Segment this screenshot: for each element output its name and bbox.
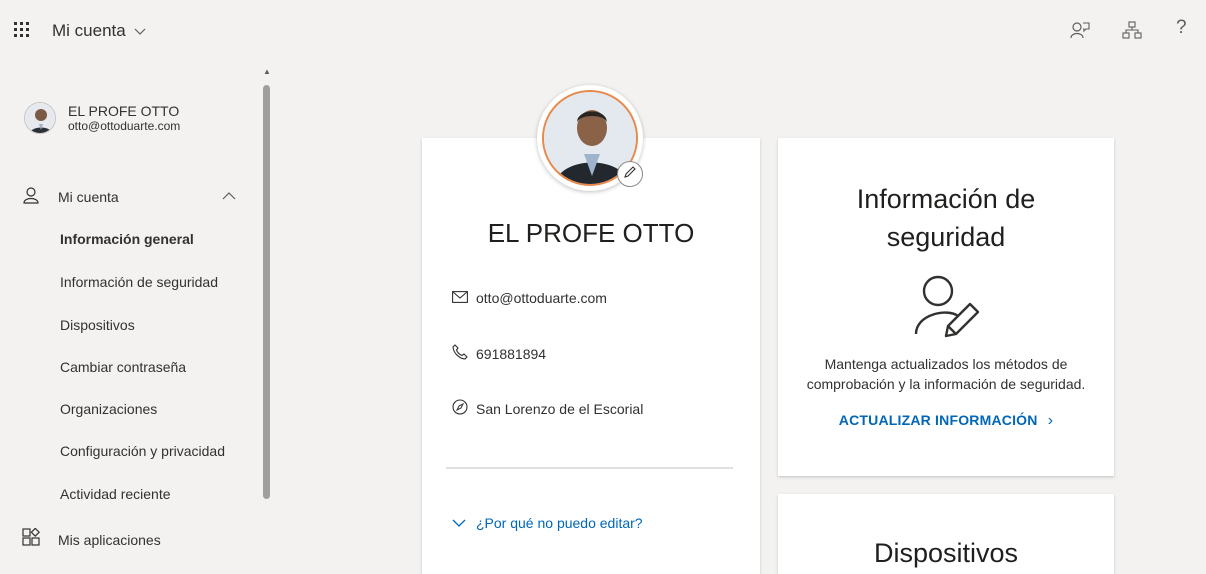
phone-icon (452, 344, 468, 363)
profile-location-row: San Lorenzo de el Escorial (452, 399, 643, 418)
security-info-card: Información de seguridad Mantenga actual… (778, 138, 1114, 476)
security-card-description: Mantenga actualizados los métodos de com… (778, 354, 1114, 394)
profile-phone-row: 691881894 (452, 344, 546, 363)
nav-section-label: Mi cuenta (58, 189, 119, 205)
waffle-icon[interactable] (14, 22, 30, 38)
chevron-up-icon[interactable] (222, 188, 236, 206)
edit-photo-button[interactable] (617, 161, 643, 187)
profile-card: EL PROFE OTTO otto@ottoduarte.com 691881… (422, 138, 760, 574)
security-desc-line1: Mantenga actualizados los métodos de (824, 356, 1068, 372)
sidebar-item-cambiar-contrasena[interactable]: Cambiar contraseña (60, 359, 186, 375)
person-icon (22, 186, 40, 209)
devices-card: Dispositivos (778, 494, 1114, 574)
sidebar-item-mis-aplicaciones[interactable]: Mis aplicaciones (22, 527, 161, 551)
app-title: Mi cuenta (52, 21, 126, 40)
organization-icon[interactable] (1122, 20, 1142, 40)
sidebar-scrollbar[interactable]: ▲ (262, 67, 271, 574)
chevron-right-icon: › (1047, 412, 1054, 429)
profile-email-row: otto@ottoduarte.com (452, 290, 607, 306)
avatar (24, 102, 56, 134)
mail-icon (452, 290, 468, 306)
profile-phone: 691881894 (476, 345, 547, 362)
pencil-icon (623, 165, 637, 184)
user-name: EL PROFE OTTO (68, 103, 180, 119)
chevron-down-icon (452, 515, 466, 531)
security-title-line2: seguridad (886, 222, 1006, 252)
feedback-icon[interactable] (1070, 20, 1090, 40)
devices-card-title: Dispositivos (873, 538, 1019, 568)
sidebar-item-informacion-seguridad[interactable]: Información de seguridad (60, 274, 218, 290)
sidebar-item-dispositivos[interactable]: Dispositivos (60, 317, 135, 333)
sidebar-item-actividad-reciente[interactable]: Actividad reciente (60, 486, 171, 502)
why-cant-edit-label: ¿Por qué no puedo editar? (476, 515, 643, 531)
person-edit-icon (912, 274, 982, 345)
apps-label: Mis aplicaciones (58, 531, 161, 548)
help-icon[interactable]: ? (1176, 17, 1187, 39)
profile-location: San Lorenzo de el Escorial (476, 400, 644, 417)
security-desc-line2: comprobación y la información de segurid… (806, 376, 1086, 392)
sidebar: EL PROFE OTTO otto@ottoduarte.com Mi cue… (0, 58, 262, 574)
profile-email: otto@ottoduarte.com (476, 290, 607, 306)
profile-name: EL PROFE OTTO (487, 218, 695, 248)
user-card[interactable]: EL PROFE OTTO otto@ottoduarte.com (24, 102, 180, 134)
why-cant-edit-link[interactable]: ¿Por qué no puedo editar? (452, 515, 643, 531)
scroll-thumb[interactable] (263, 85, 270, 499)
chevron-down-icon (134, 21, 146, 41)
apps-icon (22, 527, 40, 551)
security-title-line1: Información de (856, 184, 1036, 214)
update-security-info-label: ACTUALIZAR INFORMACIÓN (838, 412, 1038, 428)
top-bar: Mi cuenta ? (0, 0, 1206, 58)
app-title-menu[interactable]: Mi cuenta (52, 21, 146, 41)
security-card-title: Información de seguridad (778, 180, 1114, 256)
scroll-up-arrow-icon[interactable]: ▲ (263, 67, 271, 76)
location-icon (452, 399, 468, 418)
divider (446, 467, 733, 469)
user-email: otto@ottoduarte.com (68, 119, 181, 133)
sidebar-item-organizaciones[interactable]: Organizaciones (60, 401, 157, 417)
update-security-info-link[interactable]: ACTUALIZAR INFORMACIÓN › (778, 412, 1114, 430)
sidebar-item-configuracion-privacidad[interactable]: Configuración y privacidad (60, 443, 225, 459)
sidebar-item-informacion-general[interactable]: Información general (60, 231, 194, 247)
nav-section-mi-cuenta[interactable]: Mi cuenta (22, 186, 242, 208)
